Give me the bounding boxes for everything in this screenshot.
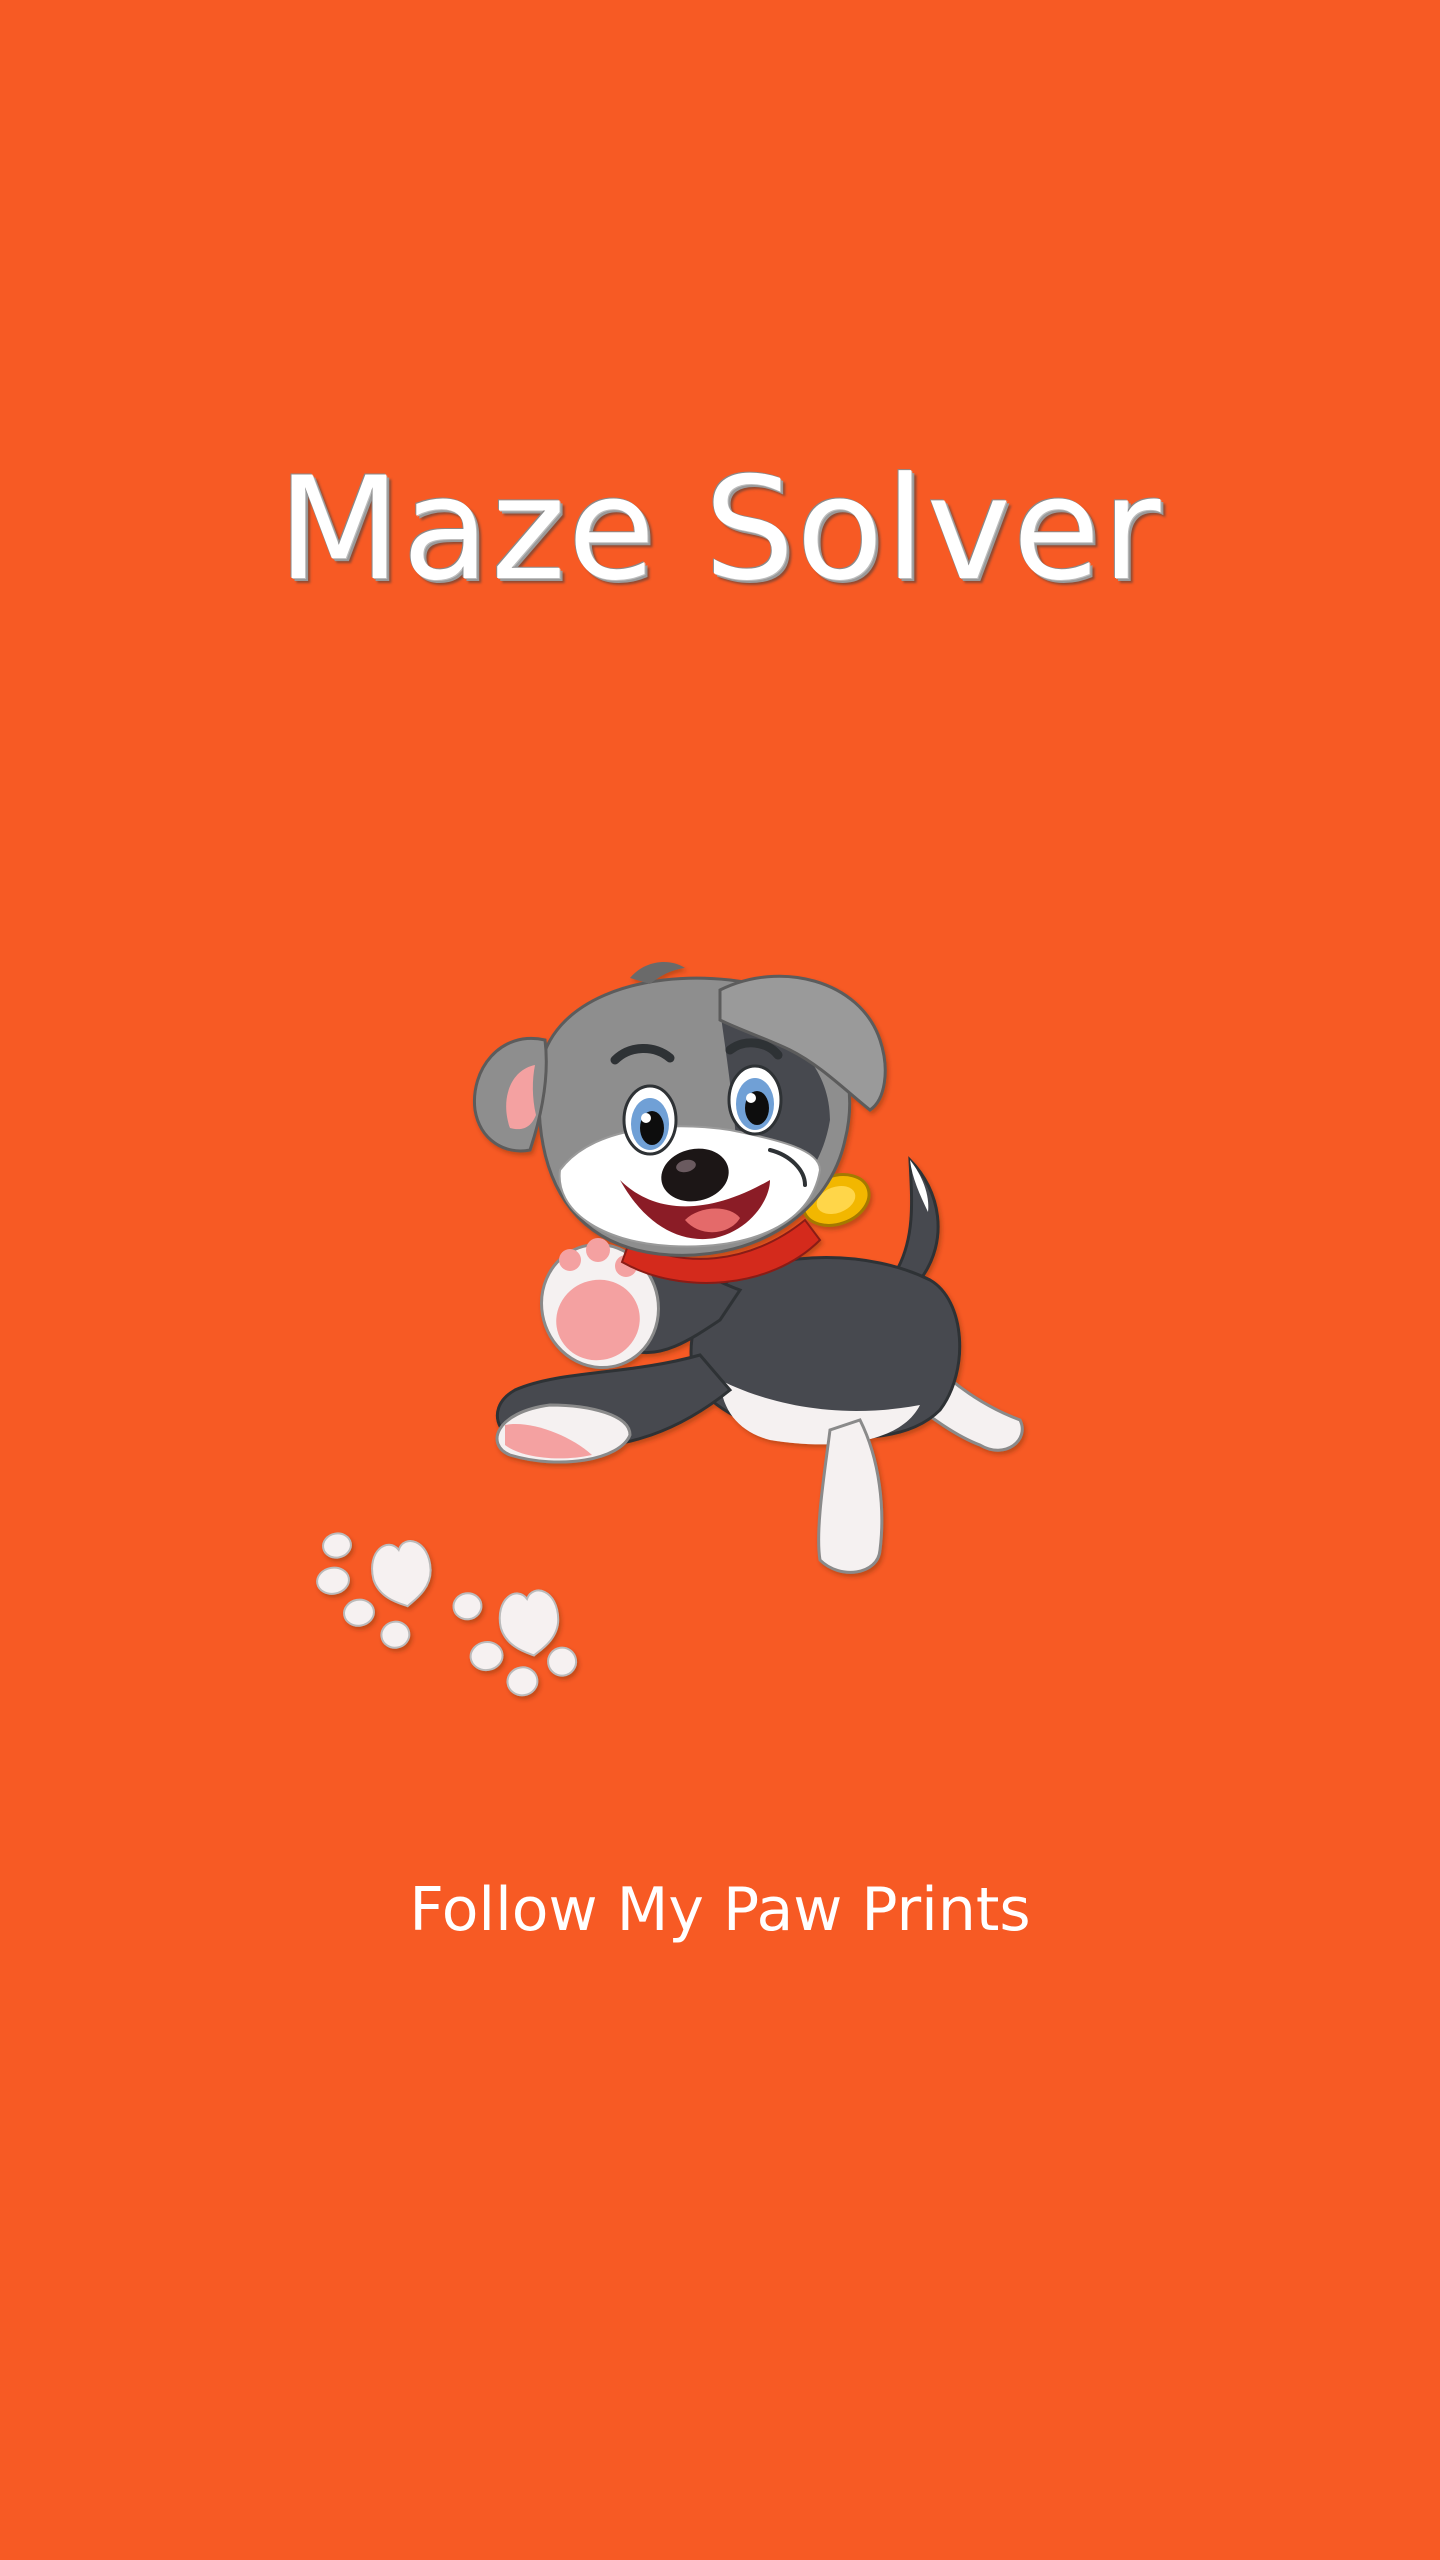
mascot-illustration (316, 962, 1024, 1697)
splash-screen: Maze Solver Follow My Paw Prints (0, 0, 1440, 2560)
paw-print-icon (452, 1589, 578, 1697)
tagline-text: Follow My Paw Prints (409, 1875, 1031, 1945)
app-title: Maze Solver (277, 447, 1163, 612)
puppy-mascot-icon (472, 962, 1024, 1574)
paw-print-icon (316, 1532, 432, 1649)
